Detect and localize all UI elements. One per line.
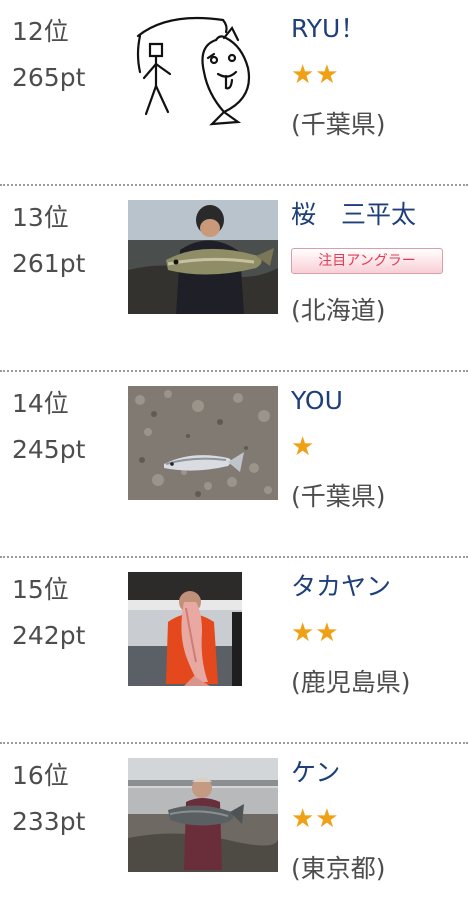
rating-stars: ★ (291, 432, 316, 462)
prefecture-label: (千葉県) (291, 482, 386, 511)
ranking-entry: 16位 233pt ケン ★★ (東京都) (0, 744, 468, 920)
angler-name-link[interactable]: ケン (291, 756, 340, 790)
rank-label: 16位 (12, 761, 69, 790)
angler-photo-image (128, 572, 242, 686)
angler-photo[interactable] (128, 572, 242, 686)
fish-photo-image (128, 386, 278, 500)
rank-label: 13位 (12, 203, 69, 232)
rating-stars: ★★ (291, 804, 340, 834)
prefecture-label: (鹿児島県) (291, 668, 411, 697)
rank-label: 14位 (12, 389, 69, 418)
angler-photo[interactable] (128, 758, 278, 872)
angler-photo[interactable] (128, 386, 278, 500)
prefecture-label: (北海道) (291, 296, 386, 325)
rank-label: 15位 (12, 575, 69, 604)
angler-name-link[interactable]: YOU (291, 384, 343, 418)
points-label: 245pt (12, 435, 86, 464)
angler-photo[interactable] (128, 14, 278, 128)
points-label: 233pt (12, 807, 86, 836)
angler-name-link[interactable]: 桜 三平太 (291, 198, 416, 232)
points-label: 265pt (12, 63, 86, 92)
ranking-list: 12位 265pt RYU！ ★★ (千葉県) 13位 261pt 桜 三平太 … (0, 0, 468, 920)
ranking-entry: 12位 265pt RYU！ ★★ (千葉県) (0, 0, 468, 186)
points-label: 261pt (12, 249, 86, 278)
prefecture-label: (千葉県) (291, 110, 386, 139)
angler-photo[interactable] (128, 200, 278, 314)
rating-stars: ★★ (291, 60, 340, 90)
angler-photo-image (128, 200, 278, 314)
ranking-entry: 15位 242pt タカヤン ★★ (鹿児島県) (0, 558, 468, 744)
featured-angler-badge: 注目アングラー (291, 248, 443, 274)
rank-label: 12位 (12, 17, 69, 46)
prefecture-label: (東京都) (291, 854, 386, 883)
angler-name-link[interactable]: RYU！ (291, 12, 365, 46)
angler-name-link[interactable]: タカヤン (291, 570, 391, 604)
ranking-entry: 13位 261pt 桜 三平太 注目アングラー (北海道) (0, 186, 468, 372)
points-label: 242pt (12, 621, 86, 650)
angler-photo-image (128, 758, 278, 872)
ranking-entry: 14位 245pt YOU ★ (千葉県) (0, 372, 468, 558)
rating-stars: ★★ (291, 618, 340, 648)
fish-sketch-image (128, 14, 278, 128)
